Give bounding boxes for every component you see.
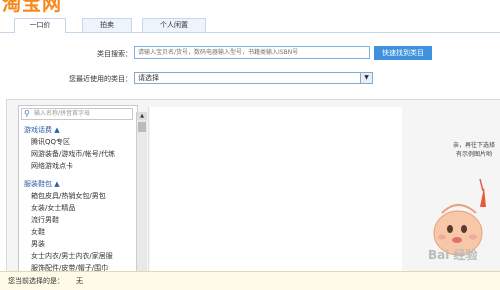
baidu-watermark: Bai 经验 — [428, 248, 478, 262]
group-title-apparel[interactable]: 服装鞋包 ▲ — [24, 179, 60, 189]
current-selection-value: 无 — [76, 277, 83, 285]
column-divider — [148, 107, 149, 271]
category-filter-input[interactable]: ⚲ 输入名称/拼音首字母 — [21, 108, 133, 120]
subcategory-area — [150, 107, 402, 271]
scroll-thumb[interactable] — [138, 122, 146, 132]
header: 淘宝网 — [0, 0, 500, 14]
collapse-arrow-icon: ▲ — [54, 180, 60, 188]
category-search-label: 类目搜索： — [97, 50, 132, 58]
list-item[interactable]: 女鞋 — [31, 227, 45, 237]
list-item[interactable]: 男装 — [31, 239, 45, 249]
list-item[interactable]: 网游装备/游戏币/帐号/代练 — [31, 149, 115, 159]
list-item[interactable]: 女士内衣/男士内衣/家居服 — [31, 251, 113, 261]
selection-bar: 您当前选择的是： 无 — [0, 271, 500, 290]
category-filter-placeholder: 输入名称/拼音首字母 — [34, 110, 91, 117]
scroll-up-icon[interactable]: ▲ — [137, 112, 147, 120]
category-search-input[interactable] — [134, 46, 370, 59]
recent-category-select[interactable]: 请选择 ▼ — [134, 72, 373, 84]
recent-category-label: 您最近使用的类目： — [69, 75, 132, 83]
list-item[interactable]: 女装/女士精品 — [31, 203, 75, 213]
list-item[interactable]: 流行男鞋 — [31, 215, 59, 225]
search-icon: ⚲ — [24, 109, 30, 118]
dropdown-arrow-icon[interactable]: ▼ — [360, 73, 372, 83]
collapse-arrow-icon: ▲ — [54, 126, 60, 134]
category-scrollbar[interactable]: ▲ — [136, 112, 147, 271]
hint-text: 亲，再往下选择 有示例图片哟 — [452, 142, 495, 158]
category-list: ⚲ 输入名称/拼音首字母 游戏话费 ▲ 腾讯QQ专区 › 网游装备/游戏币/帐号… — [18, 105, 138, 273]
listing-type-tabs: 一口价 拍卖 个人闲置 — [0, 16, 500, 33]
tab-auction[interactable]: 拍卖 — [82, 18, 132, 32]
current-selection-label: 您当前选择的是： — [8, 277, 64, 285]
group-title-games[interactable]: 游戏话费 ▲ — [24, 125, 60, 135]
find-category-button[interactable]: 快速找到类目 — [374, 46, 432, 60]
tab-personal-idle[interactable]: 个人闲置 — [142, 18, 206, 32]
list-item[interactable]: 网络游戏点卡 — [31, 161, 73, 171]
recent-category-value: 请选择 — [138, 74, 159, 82]
tab-fixed-price[interactable]: 一口价 — [14, 18, 66, 33]
list-item[interactable]: 腾讯QQ专区 — [31, 137, 70, 147]
taobao-logo: 淘宝网 — [2, 0, 63, 14]
list-item[interactable]: 箱包皮具/热销女包/男包 — [31, 191, 106, 201]
